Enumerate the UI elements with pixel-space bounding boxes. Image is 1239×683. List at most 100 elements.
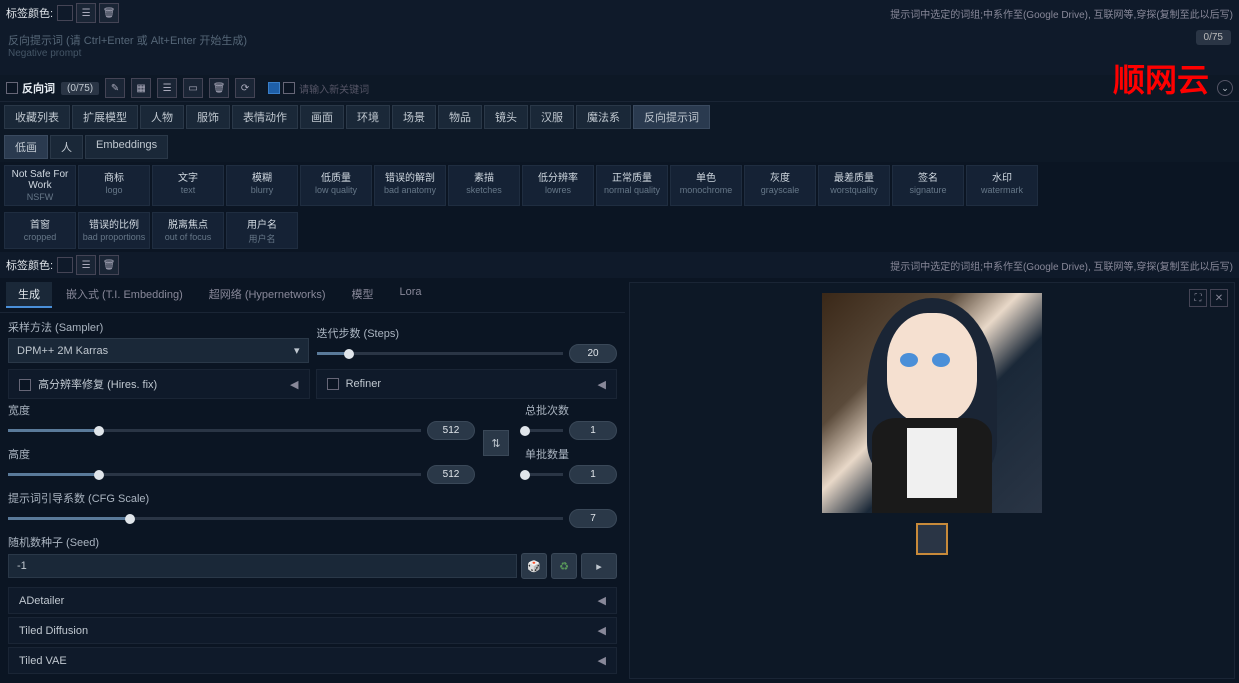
- category-tab-12[interactable]: 反向提示词: [633, 105, 710, 129]
- gen-tab-3[interactable]: 模型: [340, 282, 386, 308]
- hires-accordion[interactable]: 高分辨率修复 (Hires. fix) ◀: [8, 369, 310, 399]
- neg-tab-row: 反向词 (0/75) ✎ ▦ ☰ ▭ 🗑 ⟳ 请输入新关键词 ⌄: [0, 75, 1239, 102]
- category-tab-11[interactable]: 魔法系: [576, 105, 631, 129]
- gen-tab-2[interactable]: 超网络 (Hypernetworks): [197, 282, 338, 308]
- refresh-icon[interactable]: ⟳: [235, 78, 255, 98]
- tag-out-of-focus[interactable]: 脱离焦点out of focus: [152, 212, 224, 249]
- width-value[interactable]: 512: [427, 421, 475, 440]
- trash-icon-2[interactable]: 🗑: [99, 255, 119, 275]
- category-tab-0[interactable]: 收藏列表: [4, 105, 70, 129]
- delete-icon[interactable]: 🗑: [209, 78, 229, 98]
- card-icon[interactable]: ▭: [183, 78, 203, 98]
- toggle-btn-1[interactable]: ☰: [76, 3, 96, 23]
- category-tab-1[interactable]: 扩展模型: [72, 105, 138, 129]
- list-icon[interactable]: ☰: [157, 78, 177, 98]
- sub-tab-2[interactable]: Embeddings: [85, 135, 168, 159]
- preview-image[interactable]: [822, 293, 1042, 513]
- negative-prompt-area[interactable]: 0/75 反向提示词 (请 Ctrl+Enter 或 Alt+Enter 开始生…: [0, 26, 1239, 75]
- watermark-text: 顺网云: [1113, 55, 1209, 101]
- steps-label: 迭代步数 (Steps): [317, 325, 618, 341]
- color-swatch-1[interactable]: [57, 5, 73, 21]
- width-label: 宽度: [8, 402, 475, 418]
- tag-watermark[interactable]: 水印watermark: [966, 165, 1038, 206]
- extra-seed-toggle[interactable]: ▸: [581, 553, 617, 579]
- tag-sketches[interactable]: 素描sketches: [448, 165, 520, 206]
- tag-normal-quality[interactable]: 正常质量normal quality: [596, 165, 668, 206]
- recycle-button[interactable]: ♻: [551, 553, 577, 579]
- sampler-select[interactable]: DPM++ 2M Karras ▾: [8, 338, 309, 363]
- tag-text[interactable]: 文字text: [152, 165, 224, 206]
- tag-low-quality[interactable]: 低质量low quality: [300, 165, 372, 206]
- dice-button[interactable]: 🎲: [521, 553, 547, 579]
- cfg-slider[interactable]: [8, 517, 563, 520]
- batch-count-slider[interactable]: [525, 429, 563, 432]
- width-slider[interactable]: [8, 429, 421, 432]
- trash-icon[interactable]: 🗑: [99, 3, 119, 23]
- category-tab-3[interactable]: 服饰: [186, 105, 230, 129]
- batch-size-slider[interactable]: [525, 473, 563, 476]
- category-tab-7[interactable]: 场景: [392, 105, 436, 129]
- steps-value[interactable]: 20: [569, 344, 617, 363]
- tag-worstquality[interactable]: 最差质量worstquality: [818, 165, 890, 206]
- hires-label: 高分辨率修复 (Hires. fix): [38, 379, 157, 391]
- gen-tab-0[interactable]: 生成: [6, 282, 52, 308]
- category-tab-4[interactable]: 表情动作: [232, 105, 298, 129]
- color-swatch-2[interactable]: [57, 257, 73, 273]
- gen-tab-4[interactable]: Lora: [388, 282, 434, 308]
- tag-grayscale[interactable]: 灰度grayscale: [744, 165, 816, 206]
- steps-slider[interactable]: [317, 352, 564, 355]
- tag-bad-anatomy[interactable]: 错误的解剖bad anatomy: [374, 165, 446, 206]
- neg-checkbox[interactable]: [6, 82, 18, 94]
- sampler-label: 采样方法 (Sampler): [8, 319, 309, 335]
- accordion-adetailer[interactable]: ADetailer◀: [8, 587, 617, 614]
- refiner-accordion[interactable]: Refiner ◀: [316, 369, 618, 399]
- cfg-value[interactable]: 7: [569, 509, 617, 528]
- tag-用户名[interactable]: 用户名用户名: [226, 212, 298, 249]
- chevron-left-icon: ◀: [290, 378, 298, 391]
- batch-count-value[interactable]: 1: [569, 421, 617, 440]
- category-tab-10[interactable]: 汉服: [530, 105, 574, 129]
- tag-monochrome[interactable]: 单色monochrome: [670, 165, 742, 206]
- sub-tab-0[interactable]: 低画: [4, 135, 48, 159]
- neg-tab-label: 反向词: [22, 80, 55, 96]
- height-label: 高度: [8, 446, 475, 462]
- height-value[interactable]: 512: [427, 465, 475, 484]
- tag-cropped[interactable]: 首窗cropped: [4, 212, 76, 249]
- sub-tab-1[interactable]: 人: [50, 135, 83, 159]
- grid-icon[interactable]: ▦: [131, 78, 151, 98]
- keyword-checkbox[interactable]: [268, 82, 280, 94]
- tag-lowres[interactable]: 低分辨率lowres: [522, 165, 594, 206]
- tag-logo[interactable]: 商标logo: [78, 165, 150, 206]
- thumbnail-1[interactable]: [916, 523, 948, 555]
- tag-signature[interactable]: 签名signature: [892, 165, 964, 206]
- seed-input[interactable]: -1: [8, 554, 517, 578]
- chevron-down-icon: ▾: [294, 344, 300, 357]
- controls-panel: 采样方法 (Sampler) DPM++ 2M Karras ▾ 迭代步数 (S…: [0, 313, 625, 683]
- toggle-btn-2[interactable]: ☰: [76, 255, 96, 275]
- edit-icon[interactable]: ✎: [105, 78, 125, 98]
- category-tab-5[interactable]: 画面: [300, 105, 344, 129]
- category-tab-2[interactable]: 人物: [140, 105, 184, 129]
- close-icon[interactable]: ✕: [1210, 289, 1228, 307]
- tag-bad-proportions[interactable]: 错误的比例bad proportions: [78, 212, 150, 249]
- tag-NSFW[interactable]: Not Safe For WorkNSFW: [4, 165, 76, 206]
- batch-size-value[interactable]: 1: [569, 465, 617, 484]
- category-tab-9[interactable]: 镜头: [484, 105, 528, 129]
- accordion-tiled-diffusion[interactable]: Tiled Diffusion◀: [8, 617, 617, 644]
- bottom-color-row: 标签颜色: ☰ 🗑 提示词中选定的词组;中系作至(Google Drive), …: [0, 252, 1239, 278]
- category-tab-6[interactable]: 环境: [346, 105, 390, 129]
- swap-dimensions-button[interactable]: ⇅: [483, 430, 509, 456]
- neg-tab-count: (0/75): [61, 82, 99, 95]
- expand-icon[interactable]: ⛶: [1189, 289, 1207, 307]
- accordion-tiled-vae[interactable]: Tiled VAE◀: [8, 647, 617, 674]
- keyword-checkbox-2[interactable]: [283, 82, 295, 94]
- keyword-input-hint[interactable]: 请输入新关键词: [299, 81, 369, 96]
- neg-prompt-placeholder: 反向提示词 (请 Ctrl+Enter 或 Alt+Enter 开始生成): [8, 32, 1231, 48]
- gen-tab-1[interactable]: 嵌入式 (T.I. Embedding): [54, 282, 195, 308]
- collapse-icon[interactable]: ⌄: [1217, 80, 1233, 96]
- tag-blurry[interactable]: 模糊blurry: [226, 165, 298, 206]
- sampler-value: DPM++ 2M Karras: [17, 345, 108, 357]
- height-slider[interactable]: [8, 473, 421, 476]
- category-tab-8[interactable]: 物品: [438, 105, 482, 129]
- thumbnail-row: [630, 519, 1234, 559]
